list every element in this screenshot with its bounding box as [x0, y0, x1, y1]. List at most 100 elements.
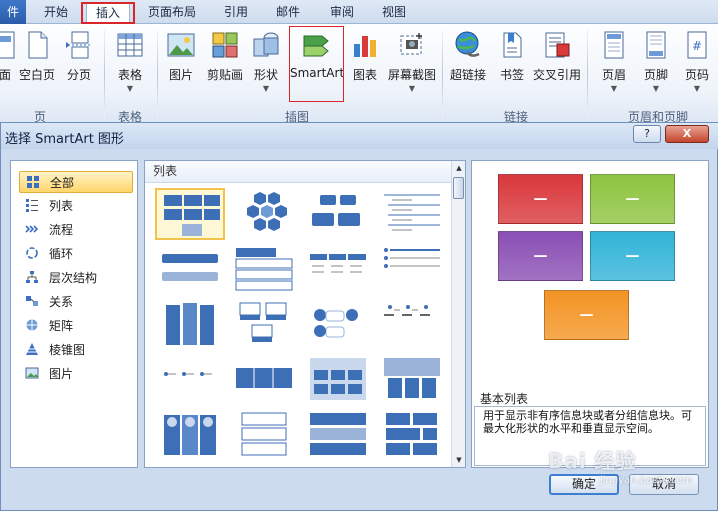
- footer-label: 页脚: [643, 68, 668, 82]
- lined-bullet-list-thumbnail: [384, 248, 440, 268]
- category-relationship[interactable]: 关系: [19, 291, 133, 313]
- table-button[interactable]: 表格 ▼: [107, 30, 153, 108]
- dot-timeline-thumbnail: [384, 305, 430, 316]
- layout-lined-bullet-list[interactable]: [377, 243, 447, 295]
- category-process[interactable]: 流程: [19, 219, 133, 241]
- tab-mailings[interactable]: 邮件: [266, 3, 310, 24]
- page-number-icon: #: [687, 31, 707, 59]
- tab-list-thumbnail: [310, 413, 366, 455]
- close-button[interactable]: X: [665, 125, 709, 143]
- category-label: 棱锥图: [49, 343, 86, 357]
- layout-circle-column-list[interactable]: [155, 408, 225, 460]
- layout-vertical-box-list[interactable]: [155, 298, 225, 350]
- layout-grid-matrix-list[interactable]: [303, 353, 373, 405]
- cycle-icon: [26, 247, 38, 259]
- cross-reference-button[interactable]: 交叉引用: [531, 30, 583, 108]
- basic-block-list-thumbnail: [164, 195, 220, 236]
- category-all[interactable]: 全部: [19, 171, 133, 193]
- layout-bubble-list[interactable]: [303, 298, 373, 350]
- picture-icon: [25, 367, 39, 379]
- circle-column-list-thumbnail: [164, 415, 216, 455]
- cross-reference-icon: [545, 32, 570, 58]
- layout-table-list[interactable]: [377, 353, 447, 405]
- hierarchy-icon: [26, 271, 38, 283]
- chevron-down-icon: ▼: [262, 84, 270, 93]
- layout-lined-list[interactable]: [303, 188, 373, 240]
- layout-picture-caption-list[interactable]: [229, 298, 299, 350]
- category-cycle[interactable]: 循环: [19, 243, 133, 265]
- page-break-button[interactable]: 分页: [56, 30, 102, 108]
- trapezoid-list-thumbnail: [235, 248, 293, 291]
- blank-page-icon: [28, 31, 48, 59]
- shapes-button[interactable]: 形状 ▼: [243, 30, 289, 108]
- layout-process-dots[interactable]: [155, 353, 225, 405]
- word-window: 件 开始 插入 页面布局 引用 邮件 审阅 视图 面 空白页 分页 页 表格 ▼…: [0, 0, 718, 511]
- group-separator: [442, 30, 443, 118]
- tab-insert[interactable]: 插入: [81, 2, 135, 24]
- tab-insert-highlight: [81, 2, 135, 24]
- bookmark-button[interactable]: 书签: [489, 30, 535, 108]
- pyramid-icon: [26, 343, 38, 355]
- footer-button[interactable]: 页脚 ▼: [633, 30, 679, 108]
- shapes-icon: [253, 32, 279, 57]
- category-label: 循环: [49, 247, 74, 261]
- layout-stacked-list[interactable]: [155, 243, 225, 295]
- preview-block-purple: —: [498, 231, 583, 281]
- tab-view[interactable]: 视图: [372, 3, 416, 24]
- layout-vertical-bullet-list[interactable]: [377, 188, 447, 240]
- gallery-header: 列表: [145, 161, 453, 183]
- preview-block-orange: —: [544, 290, 629, 340]
- category-pyramid[interactable]: 棱锥图: [19, 339, 133, 361]
- gallery-scrollbar[interactable]: ▲ ▼: [451, 161, 465, 467]
- layout-tab-list[interactable]: [303, 408, 373, 460]
- preview-block-label: —: [579, 307, 594, 323]
- horizontal-bullet-list-thumbnail: [310, 254, 366, 273]
- tab-file[interactable]: 件: [0, 0, 26, 24]
- category-picture[interactable]: 图片: [19, 363, 133, 385]
- lined-list-thumbnail: [312, 195, 360, 226]
- category-hierarchy[interactable]: 层次结构: [19, 267, 133, 289]
- brick-list-thumbnail: [386, 413, 437, 455]
- chart-button[interactable]: 图表: [342, 30, 388, 108]
- tab-review[interactable]: 审阅: [320, 3, 364, 24]
- layout-dot-timeline[interactable]: [377, 298, 447, 350]
- screenshot-icon: [400, 33, 422, 55]
- layout-brick-list[interactable]: [377, 408, 447, 460]
- chart-icon: [354, 36, 376, 57]
- header-button[interactable]: 页眉 ▼: [591, 30, 637, 108]
- picture-button[interactable]: 图片: [158, 30, 204, 108]
- hyperlink-button[interactable]: 超链接: [445, 30, 491, 108]
- category-list-type[interactable]: 列表: [19, 195, 133, 217]
- category-matrix[interactable]: 矩阵: [19, 315, 133, 337]
- layout-trapezoid-list[interactable]: [229, 243, 299, 295]
- svg-text:#: #: [692, 39, 702, 53]
- category-label: 层次结构: [49, 271, 98, 285]
- screenshot-button[interactable]: 屏幕截图 ▼: [388, 30, 436, 108]
- tab-page-layout[interactable]: 页面布局: [140, 3, 204, 24]
- horizontal-block-list-thumbnail: [236, 368, 292, 388]
- hexagon-cluster-thumbnail: [247, 192, 287, 231]
- dialog-title-bar[interactable]: 选择 SmartArt 图形 ? X: [1, 123, 718, 149]
- scroll-down-icon[interactable]: ▼: [453, 453, 465, 467]
- stacked-list-thumbnail: [162, 254, 218, 281]
- layout-basic-block-list[interactable]: [155, 188, 225, 240]
- bookmark-icon: [503, 32, 522, 58]
- list-icon: [26, 199, 38, 212]
- blank-page-button[interactable]: 空白页: [14, 30, 60, 108]
- category-label: 全部: [50, 176, 75, 190]
- chevron-down-icon: ▼: [610, 84, 618, 93]
- layout-horizontal-bullet-list[interactable]: [303, 243, 373, 295]
- scroll-thumb[interactable]: [453, 177, 464, 199]
- ribbon-insert: 面 空白页 分页 页 表格 ▼ 表格 图片 剪贴画 形状 ▼ SmartArt …: [0, 24, 718, 124]
- scroll-up-icon[interactable]: ▲: [453, 161, 465, 175]
- layout-stacked-box-list[interactable]: [229, 408, 299, 460]
- layout-hexagon-cluster[interactable]: [229, 188, 299, 240]
- preview-block-red: —: [498, 174, 583, 224]
- header-label: 页眉: [601, 68, 626, 82]
- help-button[interactable]: ?: [633, 125, 661, 143]
- category-label: 关系: [49, 295, 74, 309]
- tab-home[interactable]: 开始: [34, 3, 78, 24]
- layout-horizontal-block-list[interactable]: [229, 353, 299, 405]
- tab-references[interactable]: 引用: [214, 3, 258, 24]
- page-number-button[interactable]: # 页码 ▼: [674, 30, 718, 108]
